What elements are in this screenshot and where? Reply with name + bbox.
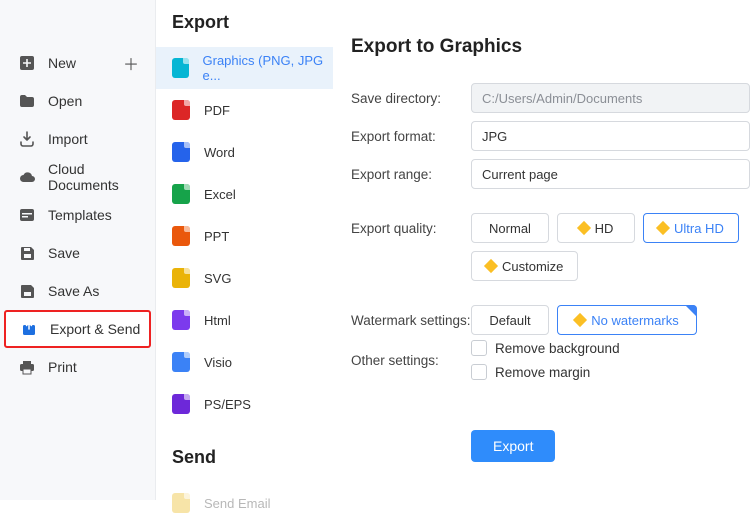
diamond-icon (573, 313, 587, 327)
export-type-pdf[interactable]: PDF (156, 89, 333, 131)
label-other-settings: Other settings: (351, 353, 471, 368)
quality-hd[interactable]: HD (557, 213, 635, 243)
export-type-label: Html (204, 313, 231, 328)
export-type-label: PPT (204, 229, 229, 244)
quality-ultra-hd[interactable]: Ultra HD (643, 213, 739, 243)
folder-icon (18, 94, 36, 108)
send-header: Send (156, 425, 333, 482)
print-icon (18, 360, 36, 375)
export-range-select[interactable]: Current page (471, 159, 750, 189)
sidebar-label: Open (48, 93, 155, 109)
export-type-label: SVG (204, 271, 231, 286)
visio-file-icon (172, 352, 190, 372)
export-header: Export (156, 8, 333, 47)
label-export-quality: Export quality: (351, 221, 471, 236)
diamond-icon (656, 221, 670, 235)
watermark-default[interactable]: Default (471, 305, 549, 335)
export-type-html[interactable]: Html (156, 299, 333, 341)
export-type-label: Word (204, 145, 235, 160)
checkbox-icon (471, 364, 487, 380)
sidebar: New ＋ Open Import Cloud Documents Templa… (0, 0, 155, 500)
export-icon (20, 321, 38, 337)
export-type-svg[interactable]: SVG (156, 257, 333, 299)
label-export-format: Export format: (351, 129, 471, 144)
export-type-label: Graphics (PNG, JPG e... (203, 53, 334, 83)
cloud-icon (18, 171, 36, 183)
checkbox-remove-bg[interactable]: Remove background (471, 340, 620, 356)
export-format-select[interactable]: JPG (471, 121, 750, 151)
watermark-none[interactable]: No watermarks (557, 305, 697, 335)
save-as-icon (18, 284, 36, 299)
send-label: Send Email (204, 496, 270, 511)
checkbox-icon (471, 340, 487, 356)
sidebar-label: Print (48, 359, 155, 375)
export-type-graphics[interactable]: Graphics (PNG, JPG e... (156, 47, 333, 89)
export-type-visio[interactable]: Visio (156, 341, 333, 383)
checkbox-remove-margin[interactable]: Remove margin (471, 364, 590, 380)
sidebar-item-print[interactable]: Print (0, 348, 155, 386)
sidebar-label: Import (48, 131, 155, 147)
graphics-file-icon (172, 58, 189, 78)
main-panel: Export to Graphics Save directory: C:/Us… (333, 0, 750, 500)
export-type-word[interactable]: Word (156, 131, 333, 173)
save-directory-field[interactable]: C:/Users/Admin/Documents (471, 83, 750, 113)
html-file-icon (172, 310, 190, 330)
sidebar-label: Save As (48, 283, 155, 299)
export-type-pseps[interactable]: PS/EPS (156, 383, 333, 425)
sidebar-item-templates[interactable]: Templates (0, 196, 155, 234)
excel-file-icon (172, 184, 190, 204)
save-icon (18, 246, 36, 261)
sidebar-item-save-as[interactable]: Save As (0, 272, 155, 310)
label-save-directory: Save directory: (351, 91, 471, 106)
sidebar-item-import[interactable]: Import (0, 120, 155, 158)
ppt-file-icon (172, 226, 190, 246)
label-watermark: Watermark settings: (351, 313, 471, 328)
sidebar-label: Cloud Documents (48, 161, 155, 193)
pdf-file-icon (172, 100, 190, 120)
sidebar-label: Templates (48, 207, 155, 223)
quality-customize[interactable]: Customize (471, 251, 578, 281)
diamond-icon (577, 221, 591, 235)
word-file-icon (172, 142, 190, 162)
sidebar-label: Export & Send (50, 321, 149, 337)
export-button[interactable]: Export (471, 430, 555, 462)
export-type-label: PDF (204, 103, 230, 118)
quality-normal[interactable]: Normal (471, 213, 549, 243)
svg-file-icon (172, 268, 190, 288)
export-type-list: Export Graphics (PNG, JPG e... PDF Word … (155, 0, 333, 500)
export-type-label: Excel (204, 187, 236, 202)
ps-file-icon (172, 394, 190, 414)
export-type-ppt[interactable]: PPT (156, 215, 333, 257)
plus-square-icon (18, 55, 36, 71)
templates-icon (18, 208, 36, 222)
email-file-icon (172, 493, 190, 513)
export-type-label: PS/EPS (204, 397, 251, 412)
sidebar-item-export-send[interactable]: Export & Send (4, 310, 151, 348)
import-icon (18, 131, 36, 147)
export-type-excel[interactable]: Excel (156, 173, 333, 215)
send-email[interactable]: Send Email (156, 482, 333, 524)
sidebar-item-open[interactable]: Open (0, 82, 155, 120)
sidebar-item-save[interactable]: Save (0, 234, 155, 272)
page-title: Export to Graphics (351, 36, 750, 58)
export-type-label: Visio (204, 355, 232, 370)
sidebar-label: Save (48, 245, 155, 261)
sidebar-item-new[interactable]: New ＋ (0, 44, 155, 82)
label-export-range: Export range: (351, 167, 471, 182)
sidebar-item-cloud[interactable]: Cloud Documents (0, 158, 155, 196)
diamond-icon (484, 259, 498, 273)
plus-icon[interactable]: ＋ (123, 51, 139, 75)
